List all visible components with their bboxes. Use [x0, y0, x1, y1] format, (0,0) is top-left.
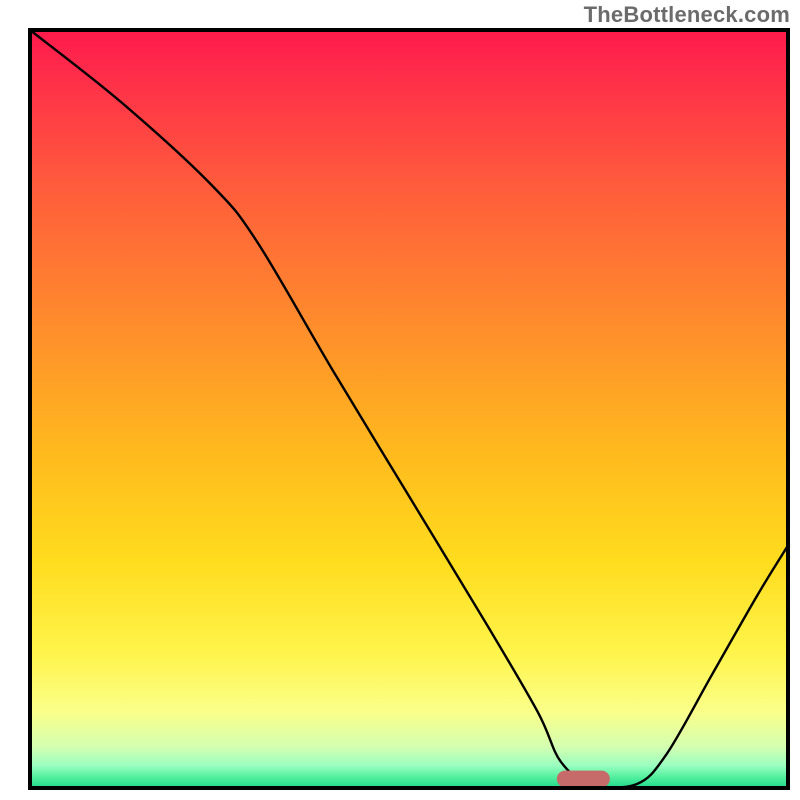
watermark-text: TheBottleneck.com: [584, 2, 790, 28]
chart-container: TheBottleneck.com: [0, 0, 800, 800]
gradient-background: [30, 30, 788, 788]
bottleneck-chart: [0, 0, 800, 800]
optimal-marker: [557, 771, 610, 788]
